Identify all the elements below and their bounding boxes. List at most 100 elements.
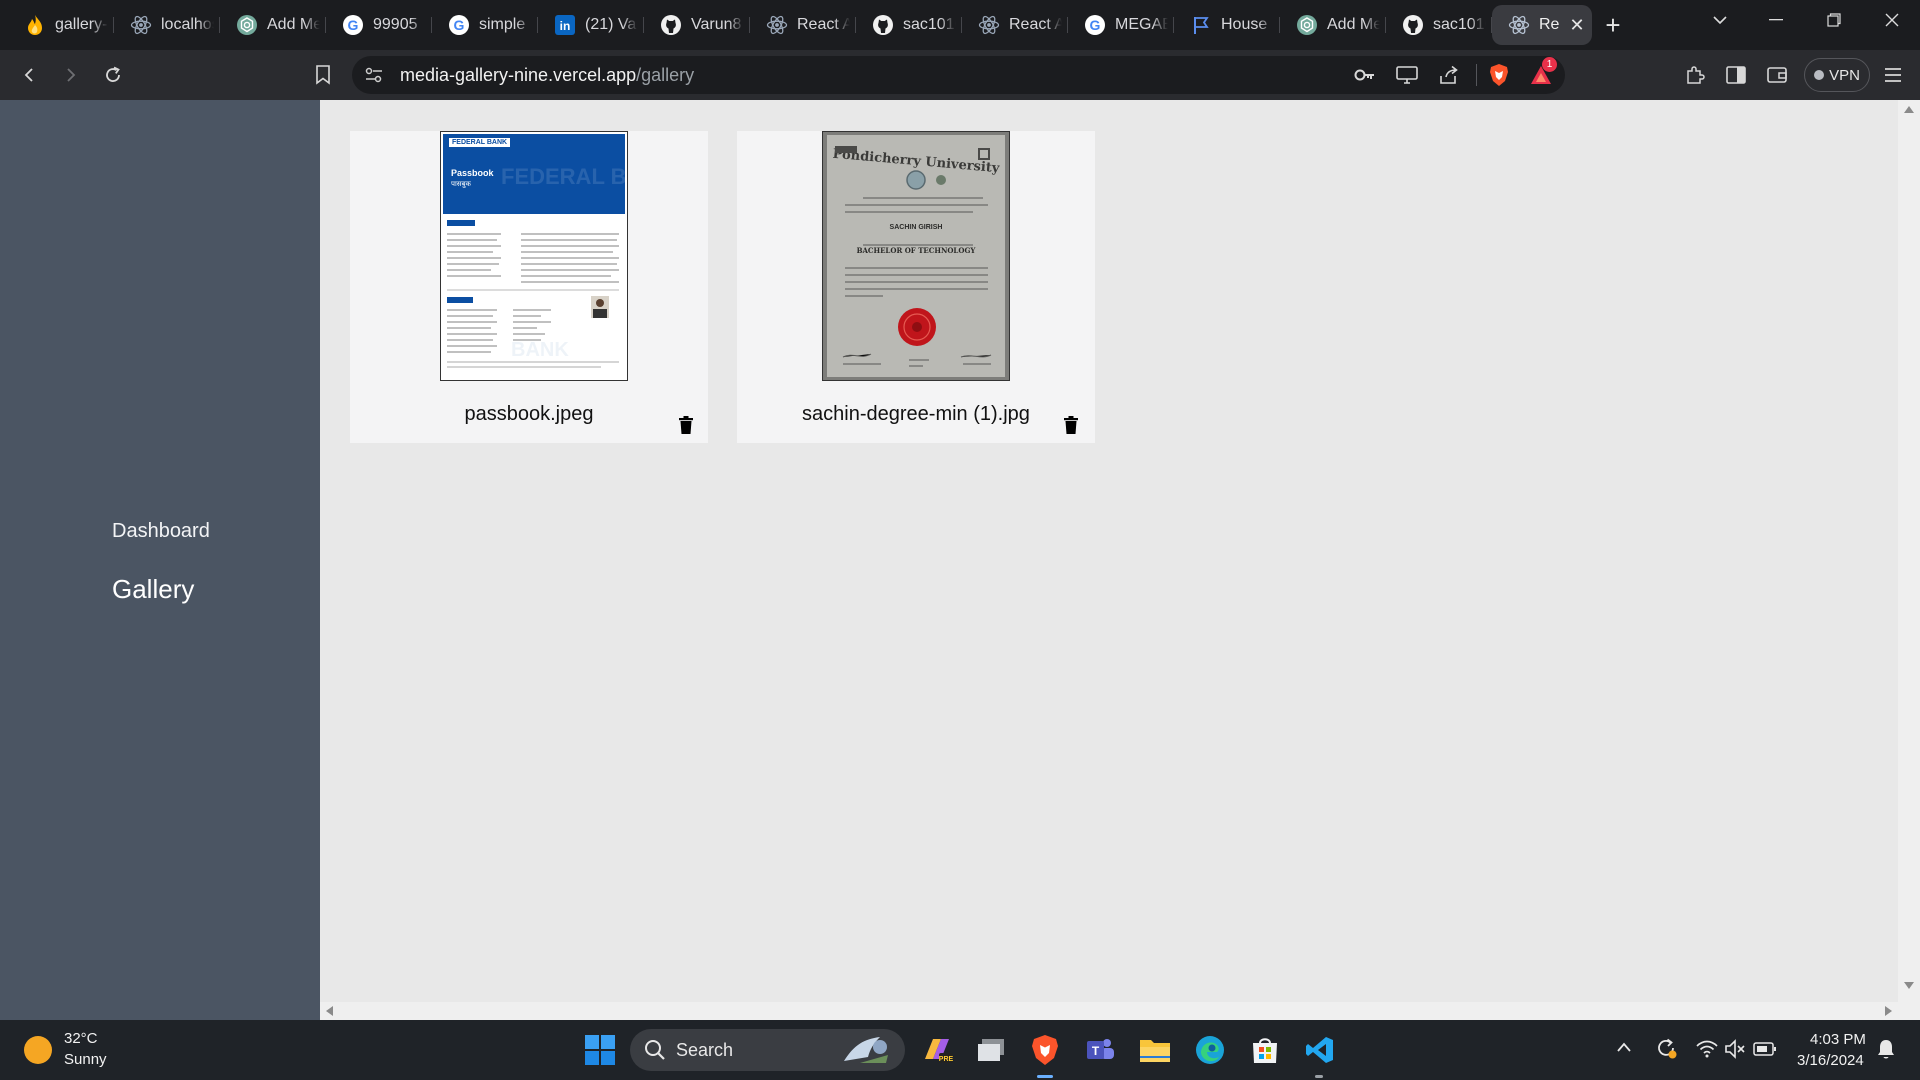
cast-icon[interactable] [1396, 65, 1418, 90]
tab-title: (21) Va [585, 16, 637, 33]
vscode-icon[interactable] [1300, 1030, 1340, 1070]
scroll-down-icon[interactable] [1904, 982, 1914, 989]
copilot-icon[interactable]: PRE [917, 1030, 957, 1070]
bookmark-icon[interactable] [309, 61, 337, 89]
search-label: Search [676, 1040, 734, 1060]
tab-google-megab[interactable]: G MEGAB [1068, 5, 1174, 45]
react-icon [1508, 14, 1530, 36]
battery-icon[interactable] [1753, 1041, 1777, 1062]
url-text[interactable]: media-gallery-nine.vercel.app/gallery [400, 65, 694, 86]
horizontal-scrollbar[interactable] [320, 1002, 1898, 1020]
restore-button[interactable] [1806, 0, 1862, 40]
tab-linkedin[interactable]: in (21) Va [538, 5, 644, 45]
svg-text:G: G [348, 17, 359, 33]
weather-temp[interactable]: 32°C [64, 1030, 98, 1047]
tab-search-icon[interactable] [1692, 0, 1748, 40]
delete-icon[interactable] [1064, 416, 1082, 436]
microsoft-store-icon[interactable] [1245, 1030, 1285, 1070]
vpn-label: VPN [1829, 66, 1860, 84]
tab-github-sac-1[interactable]: sac1010 [856, 5, 962, 45]
tab-house[interactable]: House [1174, 5, 1280, 45]
openai-icon [1296, 14, 1318, 36]
tab-add-me-2[interactable]: Add Me [1280, 5, 1386, 45]
tab-github-varun[interactable]: Varun8 [644, 5, 750, 45]
github-icon [660, 14, 682, 36]
passbook-header: FEDERAL BANK Passbook पासबुक FEDERAL BAN… [443, 134, 627, 214]
wallet-icon[interactable] [1763, 61, 1791, 89]
file-explorer-icon[interactable] [1135, 1030, 1175, 1070]
sidebar-item-dashboard[interactable]: Dashboard [112, 520, 210, 543]
tab-list: gallery- localhost Add Me G 99905 G simp… [8, 5, 1592, 45]
sidebar-item-gallery[interactable]: Gallery [112, 574, 194, 605]
svg-text:BANK: BANK [511, 339, 569, 361]
search-icon [644, 1039, 666, 1066]
tab-github-sac-2[interactable]: sac1010 [1386, 5, 1492, 45]
tab-react-app-1[interactable]: React A [750, 5, 856, 45]
delete-icon[interactable] [679, 416, 697, 436]
tab-google-simple[interactable]: G simple [432, 5, 538, 45]
address-bar[interactable]: media-gallery-nine.vercel.app/gallery 1 [352, 56, 1565, 94]
site-settings-icon[interactable] [364, 66, 384, 89]
extensions-icon[interactable] [1681, 61, 1709, 89]
certificate-thumbnail[interactable]: Pondicherry University SACHIN GIRISH BAC… [822, 131, 1010, 381]
vertical-scrollbar[interactable] [1898, 100, 1920, 1020]
tab-google-99905[interactable]: G 99905 [326, 5, 432, 45]
tab-title: Add Me [1327, 16, 1380, 33]
edge-icon[interactable] [1190, 1030, 1230, 1070]
task-view-icon[interactable] [971, 1030, 1011, 1070]
browser-toolbar: media-gallery-nine.vercel.app/gallery 1 … [0, 50, 1920, 100]
reload-button[interactable] [99, 61, 127, 89]
tab-localhost[interactable]: localhost [114, 5, 220, 45]
sun-icon[interactable] [24, 1036, 52, 1064]
passbook-subtitle: पासबुक [451, 181, 471, 188]
google-icon: G [1084, 14, 1106, 36]
tab-title: Varun8 [691, 16, 742, 33]
svg-text:G: G [454, 17, 465, 33]
passbook-watermark: FEDERAL BANK [501, 164, 627, 189]
google-icon: G [448, 14, 470, 36]
clock-date[interactable]: 3/16/2024 [1797, 1052, 1864, 1069]
fire-icon [24, 14, 46, 36]
close-window-button[interactable] [1864, 0, 1920, 40]
back-button[interactable] [15, 61, 43, 89]
show-hidden-icons[interactable] [1616, 1040, 1632, 1058]
forward-button[interactable] [57, 61, 85, 89]
wifi-icon[interactable] [1696, 1040, 1718, 1063]
share-icon[interactable] [1438, 64, 1460, 91]
tab-gallery[interactable]: gallery- [8, 5, 114, 45]
brave-shield-icon[interactable] [1488, 63, 1510, 92]
tab-react-app-2[interactable]: React A [962, 5, 1068, 45]
taskbar-search[interactable]: Search [630, 1029, 905, 1071]
notification-bell-icon[interactable] [1877, 1038, 1895, 1065]
teams-icon[interactable]: T [1080, 1030, 1120, 1070]
passbook-thumbnail[interactable]: FEDERAL BANK Passbook पासबुक FEDERAL BAN… [440, 131, 628, 381]
minimize-button[interactable] [1748, 0, 1804, 40]
vpn-button[interactable]: VPN [1804, 58, 1870, 92]
tab-active-react[interactable]: Re ✕ [1492, 5, 1592, 45]
windows-start-icon[interactable] [580, 1030, 620, 1070]
brave-browser-icon[interactable] [1025, 1030, 1065, 1070]
tab-title: sac1010 [903, 16, 956, 33]
clock-time[interactable]: 4:03 PM [1810, 1031, 1866, 1048]
browser-tab-strip: gallery- localhost Add Me G 99905 G simp… [0, 0, 1920, 50]
tab-title: sac1010 [1433, 16, 1486, 33]
tab-title: simple [479, 16, 526, 33]
openai-icon [236, 14, 258, 36]
scroll-up-icon[interactable] [1904, 106, 1914, 113]
tab-add-me[interactable]: Add Me [220, 5, 326, 45]
tab-title: React A [797, 16, 850, 33]
github-icon [1402, 14, 1424, 36]
react-icon [766, 14, 788, 36]
menu-icon[interactable] [1879, 61, 1907, 89]
sidebar-toggle-icon[interactable] [1722, 61, 1750, 89]
file-name: passbook.jpeg [464, 403, 594, 425]
key-icon[interactable] [1354, 66, 1376, 89]
sync-icon[interactable] [1654, 1036, 1678, 1065]
gallery-content: FEDERAL BANK Passbook पासबुक FEDERAL BAN… [320, 100, 1898, 1004]
scroll-right-icon[interactable] [1885, 1006, 1892, 1016]
new-tab-button[interactable]: + [1598, 10, 1628, 40]
scroll-left-icon[interactable] [326, 1006, 333, 1016]
close-tab-icon[interactable]: ✕ [1568, 16, 1586, 34]
weather-condition[interactable]: Sunny [64, 1051, 107, 1068]
volume-muted-icon[interactable] [1724, 1039, 1746, 1064]
